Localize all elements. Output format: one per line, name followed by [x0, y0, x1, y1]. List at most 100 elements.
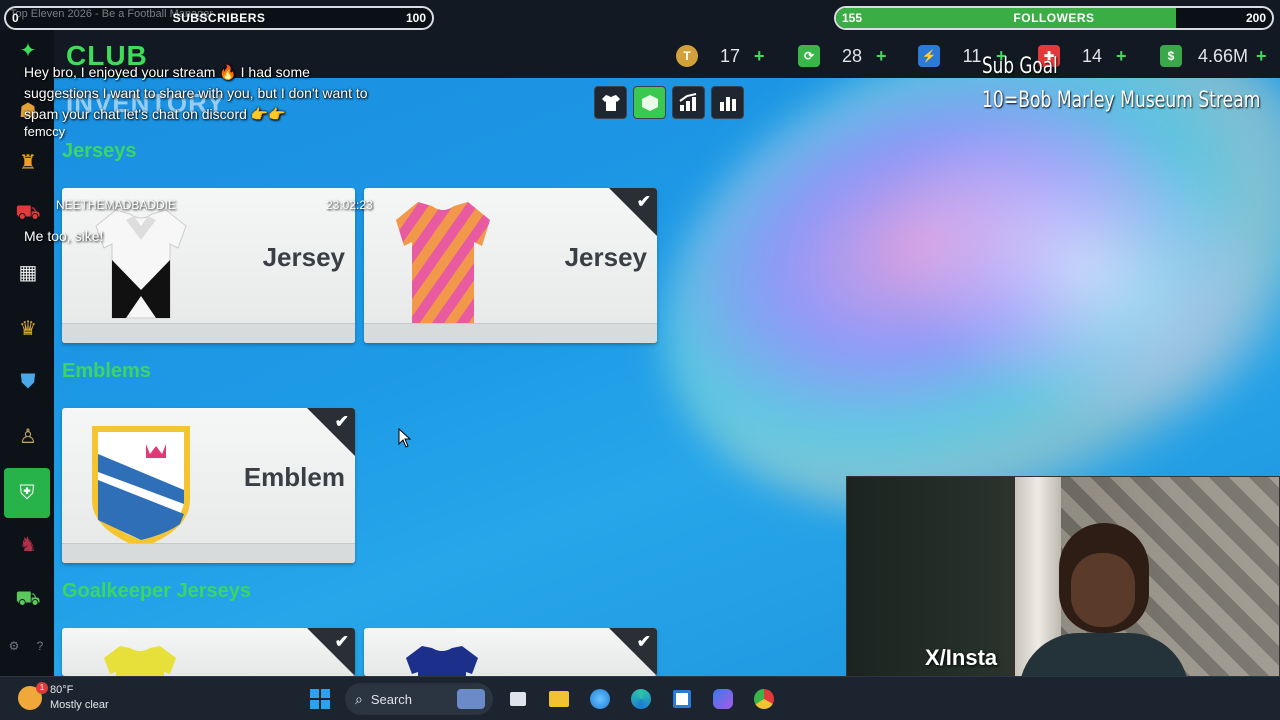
file-explorer-button[interactable] [543, 683, 575, 715]
rest-icon: ⟳ [798, 45, 820, 67]
webcam-social-text: X/Insta [925, 645, 998, 670]
task-view-button[interactable] [502, 683, 534, 715]
champions-icon: ⛊ [20, 370, 36, 393]
start-button[interactable] [304, 683, 336, 715]
shield-icon: ⛨ [19, 481, 35, 504]
weather-moon-icon: 1 [18, 682, 48, 710]
item-filter-button[interactable] [633, 86, 666, 119]
goalkeeper-card-1[interactable]: ✔ [62, 628, 355, 676]
tokens-value: 17 [719, 45, 741, 66]
emblem-card-1[interactable]: ✔ Emblem [62, 408, 355, 563]
subscribers-target: 100 [405, 11, 426, 25]
growth-icon [678, 92, 696, 111]
bar-chart-icon [719, 96, 736, 111]
weather-temperature: 80°F [50, 684, 74, 696]
search-icon: ⌕ [355, 690, 363, 707]
chat-message-1: Hey bro, I enjoyed your stream 🔥 I had s… [24, 64, 368, 122]
store-icon: ⛟ [15, 587, 41, 610]
add-rest-button[interactable]: + [876, 46, 887, 67]
medical-value: 14 [1081, 45, 1103, 66]
edge-button[interactable] [625, 683, 657, 715]
kit-icon: ♞ [19, 533, 37, 556]
sub-goal-title: Sub Goal [982, 54, 1058, 79]
edge-icon [631, 689, 651, 709]
boost-icon: ⚡ [918, 45, 940, 67]
jersey-filter-icon [601, 94, 620, 111]
sidebar-item-inventory[interactable]: ⛨ [4, 468, 50, 518]
sidebar-item-calendar[interactable]: ▦ [8, 252, 48, 292]
search-label: Search [370, 691, 413, 707]
currency-cash: $ 4.66M + [1160, 44, 1267, 68]
followers-label: FOLLOWERS [1013, 11, 1095, 25]
emblem-card-1-label: Emblem [243, 462, 345, 492]
sidebar-item-store[interactable]: ⛟ [8, 580, 48, 620]
currency-tokens: T 17 + [676, 44, 765, 68]
cart-icon: ⛟ [15, 201, 41, 224]
add-medical-button[interactable]: + [1116, 46, 1127, 67]
selected-check-icon: ✔ [334, 632, 349, 651]
calendar-icon: ▦ [18, 261, 38, 284]
window-title: Top Eleven 2026 - Be a Football Manager [10, 8, 214, 20]
goalkeeper-card-2[interactable]: ✔ [364, 628, 657, 676]
stats-button[interactable] [672, 86, 705, 119]
selected-check-icon: ✔ [636, 192, 651, 211]
chrome-button[interactable] [748, 683, 780, 715]
inventory-toolbar [594, 86, 744, 119]
store-app-icon [673, 690, 691, 708]
mouse-cursor-icon [398, 428, 412, 448]
home-icon: ✦ [19, 39, 37, 62]
sidebar-item-champions[interactable]: ⛊ [8, 362, 48, 402]
chrome-icon [754, 689, 774, 709]
section-emblems-title: Emblems [62, 360, 151, 382]
sidebar-item-cups[interactable]: ♛ [8, 308, 48, 348]
selected-check-icon: ✔ [334, 412, 349, 431]
chat-message-2: Me too, sike! [24, 228, 104, 244]
sidebar-item-trophy[interactable]: ♙ [8, 416, 48, 456]
section-jerseys-title: Jerseys [62, 140, 137, 162]
sidebar-help[interactable]: ? [28, 634, 52, 658]
gear-icon: ⚙ [8, 639, 20, 653]
weather-widget[interactable]: 1 80°F Mostly clear [18, 682, 109, 713]
chat-username-1: femccy [24, 124, 66, 139]
windows-icon [310, 689, 330, 709]
taskbar-search[interactable]: ⌕ Search [345, 683, 493, 715]
jersey-card-2[interactable]: ✔ Jersey [364, 188, 657, 343]
sidebar-item-club[interactable]: ♜ [8, 142, 48, 182]
followers-goal-bar: 155 FOLLOWERS 200 [834, 6, 1274, 30]
browser-button[interactable] [584, 683, 616, 715]
goalkeeper-jersey-yellow-image [104, 646, 176, 676]
jersey-pink-stripes-image [396, 202, 490, 328]
cash-value: 4.66M [1197, 45, 1249, 66]
weather-condition: Mostly clear [50, 699, 109, 711]
task-view-icon [510, 692, 526, 706]
chat-timestamp-2: 23:02:23 [326, 198, 373, 212]
emblem-shield-image [92, 426, 190, 548]
bell-icon: ♜ [19, 151, 37, 174]
trophy-icon: ♙ [19, 425, 37, 448]
cup-icon: ♛ [19, 317, 37, 340]
currency-rest: ⟳ 28 + [798, 44, 887, 68]
add-tokens-button[interactable]: + [754, 46, 765, 67]
sidebar-settings[interactable]: ⚙ [2, 634, 26, 658]
weather-badge: 1 [36, 682, 48, 694]
cash-icon: $ [1160, 45, 1182, 67]
globe-icon [590, 689, 610, 709]
cube-icon [641, 94, 658, 111]
goalkeeper-jersey-navy-image [406, 646, 478, 676]
copilot-icon [713, 689, 733, 709]
sub-goal-detail: 10=Bob Marley Museum Stream [982, 88, 1261, 113]
token-icon: T [676, 45, 698, 67]
followers-target: 200 [1245, 11, 1266, 25]
section-goalkeeper-title: Goalkeeper Jerseys [62, 580, 252, 602]
search-highlight-icon [457, 689, 485, 709]
chart-button[interactable] [711, 86, 744, 119]
jersey-black-white-image [95, 209, 187, 319]
add-cash-button[interactable]: + [1256, 46, 1267, 67]
store-button[interactable] [666, 683, 698, 715]
copilot-button[interactable] [707, 683, 739, 715]
sidebar-item-kits[interactable]: ♞ [8, 524, 48, 564]
jersey-filter-button[interactable] [594, 86, 627, 119]
jersey-card-2-label: Jersey [564, 242, 647, 272]
folder-icon [549, 691, 569, 707]
selected-check-icon: ✔ [636, 632, 651, 651]
